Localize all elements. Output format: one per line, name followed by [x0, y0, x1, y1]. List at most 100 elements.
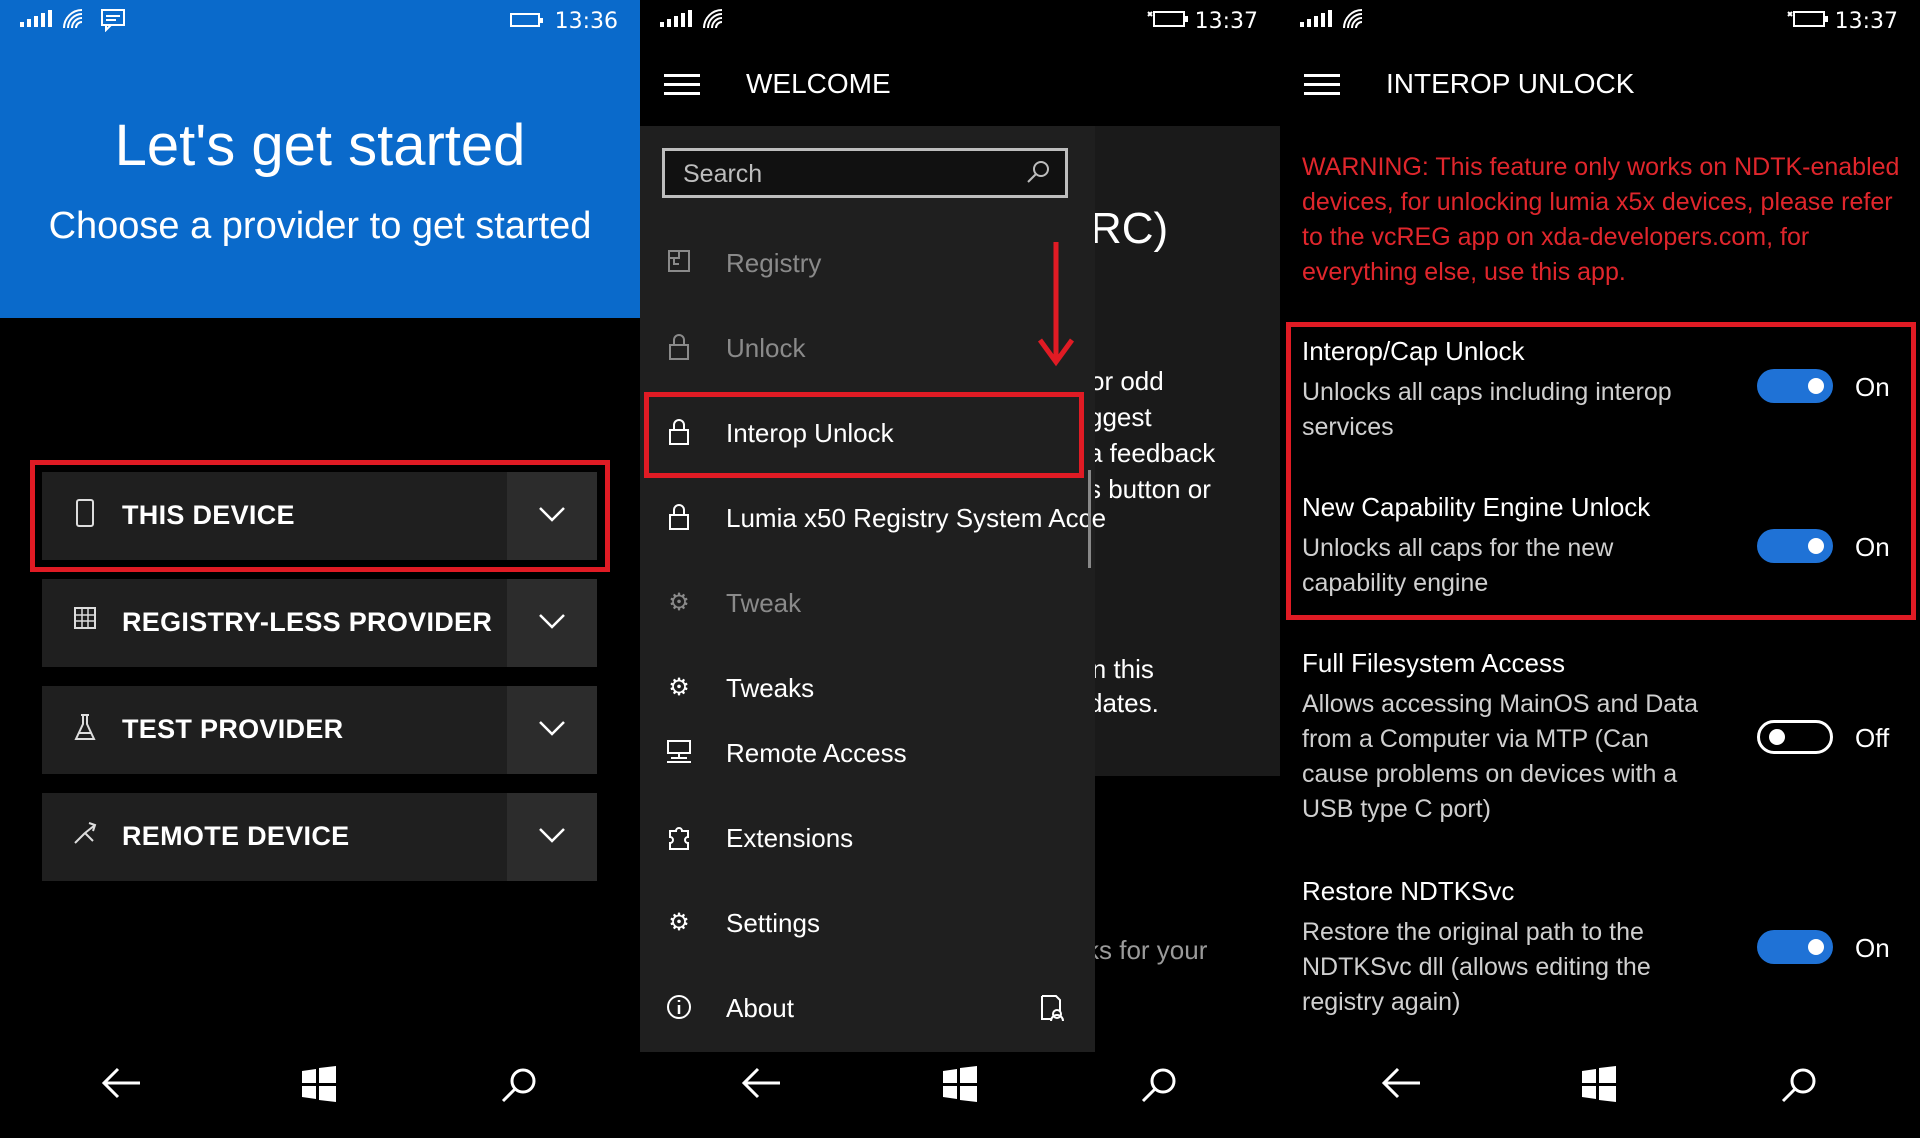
registry-icon [664, 248, 694, 278]
menu-item-remote-access[interactable]: Remote Access [640, 724, 1095, 784]
background-text: ks for your [1086, 935, 1208, 965]
page-title: INTEROP UNLOCK [1386, 68, 1635, 99]
menu-item-label: Lumia x50 Registry System Acce [726, 503, 1107, 533]
menu-item-settings[interactable]: ⚙ Settings [640, 894, 1095, 954]
windows-logo-icon[interactable] [300, 1066, 338, 1102]
provider-label: REMOTE DEVICE [122, 821, 350, 851]
search-placeholder: Search [683, 160, 763, 188]
provider-registry-less[interactable]: REGISTRY-LESS PROVIDER [42, 579, 597, 667]
menu-item-tweaks[interactable]: ⚙ Tweaks [640, 659, 1095, 719]
search-icon[interactable] [1025, 159, 1051, 185]
status-time: 13:37 [1194, 9, 1258, 34]
provider-label: REGISTRY-LESS PROVIDER [122, 607, 493, 637]
background-text: dates. [1088, 688, 1159, 718]
grid-icon [70, 605, 100, 639]
back-arrow-icon[interactable] [1380, 1066, 1422, 1100]
back-arrow-icon[interactable] [740, 1066, 782, 1100]
provider-label: TEST PROVIDER [122, 714, 344, 744]
navigation-pane: Search Registry Unlock Interop Unlock Lu… [640, 126, 1106, 1052]
highlight-box [644, 392, 1084, 478]
remote-pc-icon [664, 738, 694, 768]
background-text: RC) [1090, 204, 1169, 253]
provider-remote[interactable]: REMOTE DEVICE [42, 793, 597, 881]
expand-button[interactable] [507, 686, 597, 774]
menu-item-label: Extensions [726, 823, 854, 853]
background-text: s button or [1088, 474, 1211, 504]
windows-logo-icon[interactable] [1580, 1066, 1618, 1102]
back-arrow-icon[interactable] [100, 1066, 142, 1100]
background-page: RC) or odd ggest a feedback s button or … [1086, 126, 1280, 776]
menu-item-tweak[interactable]: ⚙ Tweak [640, 574, 1095, 634]
menu-item-label: Tweak [726, 588, 802, 618]
background-text: ggest [1088, 402, 1152, 432]
lock-icon [664, 333, 694, 363]
signal-icon [20, 10, 52, 27]
setting-title: Full Filesystem Access [1302, 648, 1565, 678]
background-text: or odd [1090, 366, 1164, 396]
background-text: a feedback [1088, 438, 1216, 468]
menu-item-label: Unlock [726, 333, 806, 363]
scrollbar[interactable] [1088, 470, 1091, 568]
menu-item-label: Settings [726, 908, 820, 938]
lock-icon [664, 503, 694, 533]
menu-item-extensions[interactable]: Extensions [640, 809, 1095, 869]
search-icon[interactable] [500, 1066, 538, 1104]
gear-icon: ⚙ [668, 673, 690, 701]
warning-text: WARNING: This feature only works on NDTK… [1302, 153, 1900, 286]
search-input[interactable]: Search [662, 148, 1068, 198]
charging-battery-icon [1147, 11, 1188, 27]
search-icon[interactable] [1140, 1066, 1178, 1104]
puzzle-icon [664, 823, 694, 853]
feedback-icon[interactable] [1038, 993, 1066, 1023]
highlight-box [30, 460, 610, 572]
status-time: 13:37 [1834, 9, 1898, 34]
wifi-icon [1343, 9, 1363, 29]
nav-bar [0, 1040, 640, 1138]
chevron-down-icon [539, 614, 565, 629]
red-arrow-annotation [1037, 242, 1075, 367]
highlight-box [1286, 322, 1916, 620]
status-bar: 13:37 [1280, 0, 1920, 42]
menu-item-about[interactable]: About [640, 979, 1095, 1039]
expand-button[interactable] [507, 793, 597, 881]
expand-button[interactable] [507, 579, 597, 667]
chevron-down-icon [539, 828, 565, 843]
gear-icon: ⚙ [668, 908, 690, 936]
screen-interop-unlock: 13:37 INTEROP UNLOCK WARNING: This featu… [1280, 0, 1920, 1138]
toggle-switch[interactable] [1757, 930, 1833, 964]
chevron-down-icon [539, 721, 565, 736]
signal-icon [1300, 10, 1332, 27]
menu-item-label: Registry [726, 248, 822, 278]
background-text: in this [1086, 654, 1154, 684]
windows-logo-icon[interactable] [941, 1066, 979, 1102]
info-icon [664, 993, 694, 1023]
screen-welcome-providers: Let's get started Choose a provider to g… [0, 0, 640, 1138]
status-time: 13:36 [554, 9, 618, 34]
menu-item-registry[interactable]: Registry [640, 234, 1095, 294]
status-bar: 13:37 [640, 0, 1280, 42]
toggle-switch[interactable] [1757, 720, 1833, 754]
setting-description: Allows accessing MainOS and Data from a … [1302, 690, 1699, 823]
hamburger-menu-icon[interactable] [664, 74, 700, 96]
hero-title: Let's get started [114, 113, 526, 178]
status-bar: 13:36 [0, 0, 640, 42]
message-icon [101, 9, 125, 32]
menu-item-unlock[interactable]: Unlock [640, 319, 1095, 379]
nav-bar [1280, 1040, 1920, 1138]
battery-icon [510, 13, 543, 27]
wifi-icon [63, 9, 83, 29]
hamburger-menu-icon[interactable] [1304, 74, 1340, 96]
setting-title: Restore NDTKSvc [1302, 876, 1515, 906]
app-bar: INTEROP UNLOCK [1280, 42, 1920, 126]
app-bar: WELCOME [640, 42, 1280, 126]
search-icon[interactable] [1780, 1066, 1818, 1104]
menu-item-lumia-registry[interactable]: Lumia x50 Registry System Acce [640, 489, 1106, 549]
hero-banner: Let's get started Choose a provider to g… [0, 0, 640, 318]
flask-icon [70, 712, 100, 746]
signal-icon [660, 10, 692, 27]
toggle-label: On [1855, 933, 1890, 963]
screen-welcome-menu: 13:37 WELCOME RC) or odd ggest a feedbac… [640, 0, 1280, 1138]
hero-subtitle: Choose a provider to get started [48, 205, 592, 247]
provider-test[interactable]: TEST PROVIDER [42, 686, 597, 774]
menu-item-label: Tweaks [726, 673, 815, 703]
